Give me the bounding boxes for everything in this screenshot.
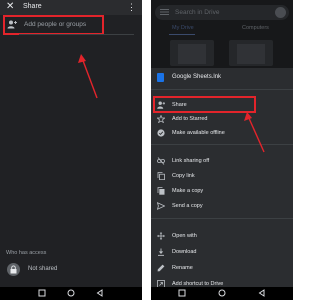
recents-icon[interactable] (38, 289, 46, 297)
who-has-access-label: Who has access (6, 250, 47, 256)
drive-screen: Search in Drive My Drive Computers Googl… (151, 0, 293, 300)
access-value: Not shared (28, 266, 58, 272)
red-arrow-annotation (244, 112, 265, 153)
home-icon[interactable] (67, 289, 75, 297)
access-row[interactable]: Not shared (6, 262, 126, 278)
nav-bar (0, 287, 142, 300)
back-icon[interactable] (258, 289, 266, 297)
back-icon[interactable] (96, 289, 104, 297)
lock-icon (7, 263, 20, 276)
recents-icon[interactable] (178, 289, 186, 297)
nav-bar (151, 287, 293, 300)
share-screen: ✕ Share ⋮ Add people or groups Who has a… (0, 0, 142, 300)
home-icon[interactable] (218, 289, 226, 297)
